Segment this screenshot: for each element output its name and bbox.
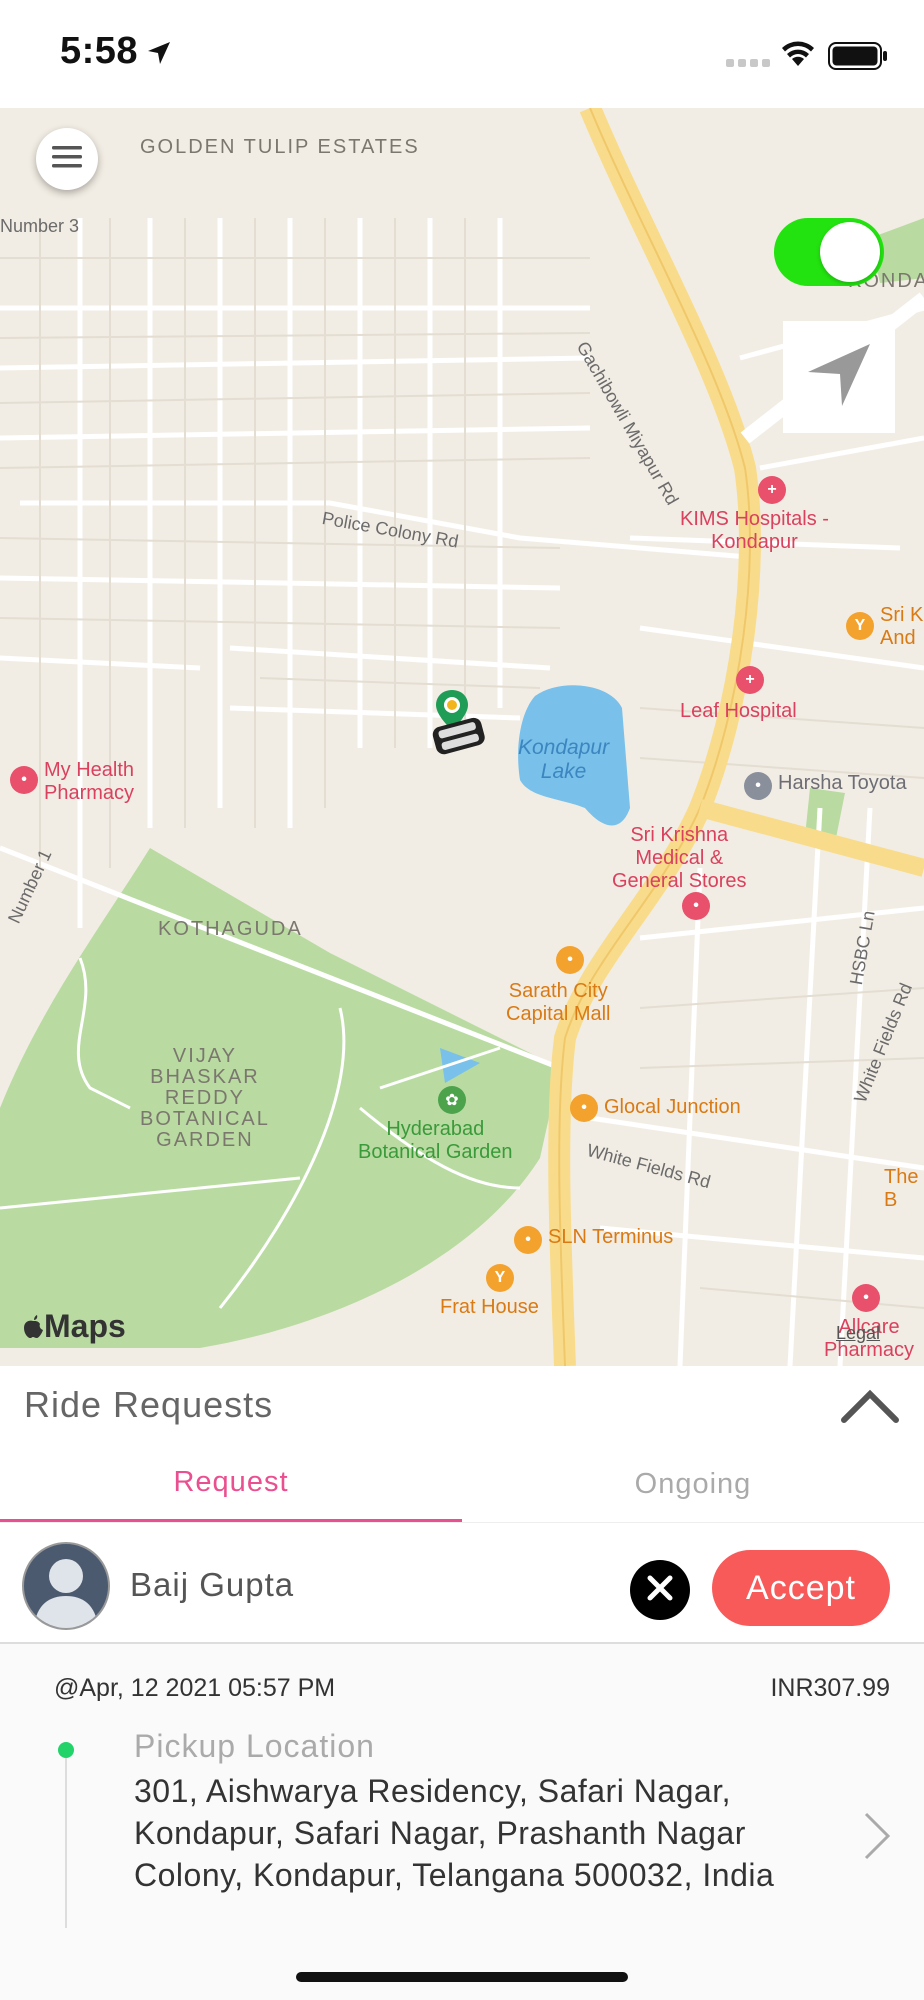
poi-frat-house[interactable]: Frat House (440, 1296, 539, 1319)
pharmacy-icon: • (852, 1284, 880, 1312)
status-bar: 5:58 (0, 0, 924, 108)
home-indicator[interactable] (296, 1972, 628, 1982)
ride-details[interactable]: @Apr, 12 2021 05:57 PM INR307.99 Pickup … (0, 1644, 924, 2000)
sheet-header: Ride Requests (0, 1366, 924, 1446)
map-view[interactable]: GOLDEN TULIP ESTATES KOTHAGUDA VIJAY BHA… (0, 108, 924, 1366)
poi-sri-krishna[interactable]: Sri Krishna Medical & General Stores (612, 824, 747, 893)
apple-maps-logo: Maps (22, 1308, 126, 1345)
navigation-arrow-icon (804, 340, 874, 415)
battery-icon (828, 42, 888, 75)
online-toggle[interactable] (774, 218, 884, 286)
mall-icon: • (514, 1226, 542, 1254)
poi-the-b-partial[interactable]: The B (884, 1166, 918, 1212)
hospital-icon: + (736, 666, 764, 694)
close-icon (645, 1573, 675, 1608)
ride-request-row[interactable]: Baij Gupta Accept (0, 1522, 924, 1644)
pharmacy-icon: • (10, 766, 38, 794)
chevron-right-icon[interactable] (862, 1810, 892, 1867)
request-datetime: @Apr, 12 2021 05:57 PM (54, 1674, 336, 1702)
tab-ongoing[interactable]: Ongoing (462, 1446, 924, 1522)
accept-button[interactable]: Accept (712, 1550, 890, 1626)
mall-icon: • (556, 946, 584, 974)
hospital-icon: + (758, 476, 786, 504)
sheet-title: Ride Requests (24, 1384, 274, 1425)
menu-button[interactable] (36, 128, 98, 190)
fare-amount: INR307.99 (770, 1674, 890, 1702)
pharmacy-icon: • (682, 892, 710, 920)
reject-button[interactable] (630, 1560, 690, 1620)
route-line (65, 1758, 67, 1928)
pickup-dot-icon (58, 1742, 74, 1758)
car-dealer-icon: • (744, 772, 772, 800)
poi-glocal-junction[interactable]: Glocal Junction (604, 1096, 741, 1119)
poi-sln-terminus[interactable]: SLN Terminus (548, 1226, 673, 1249)
location-arrow-icon (146, 40, 172, 71)
wifi-icon (780, 38, 816, 73)
water-label-kondapur-lake: Kondapur Lake (518, 736, 610, 783)
garden-icon: ✿ (438, 1086, 466, 1114)
poi-leaf-hospital[interactable]: Leaf Hospital (680, 700, 797, 723)
poi-sarath-city[interactable]: Sarath City Capital Mall (506, 980, 610, 1026)
signal-icon (726, 56, 770, 74)
ride-requests-sheet: Ride Requests Request Ongoing Baij Gupta… (0, 1366, 924, 2000)
poi-harsha-toyota[interactable]: Harsha Toyota (778, 772, 907, 795)
area-label-kothaguda: KOTHAGUDA (158, 918, 303, 940)
maps-brand-text: Maps (44, 1308, 126, 1344)
chevron-up-icon[interactable] (838, 1386, 902, 1431)
status-time: 5:58 (60, 30, 139, 72)
pickup-label: Pickup Location (134, 1728, 375, 1764)
road-label-number-3: Number 3 (0, 216, 80, 236)
poi-hyderabad-botanical[interactable]: Hyderabad Botanical Garden (358, 1118, 513, 1164)
rider-name: Baij Gupta (130, 1566, 295, 1603)
car-icon (428, 712, 490, 767)
area-label-golden-tulip: GOLDEN TULIP ESTATES (140, 136, 420, 158)
restaurant-icon: Y (846, 612, 874, 640)
hamburger-icon (52, 144, 82, 175)
poi-sri-k-partial[interactable]: Sri K And (880, 604, 923, 650)
pickup-address: 301, Aishwarya Residency, Safari Nagar, … (134, 1773, 775, 1893)
mall-icon: • (570, 1094, 598, 1122)
tab-request[interactable]: Request (0, 1446, 462, 1522)
restaurant-icon: Y (486, 1264, 514, 1292)
area-label-botanical: VIJAY BHASKAR REDDY BOTANICAL GARDEN (140, 1045, 270, 1151)
tab-bar: Request Ongoing (0, 1446, 924, 1523)
recenter-location-button[interactable] (783, 321, 895, 433)
poi-kims[interactable]: KIMS Hospitals - Kondapur (680, 508, 829, 554)
avatar (22, 1542, 110, 1630)
poi-my-health[interactable]: My Health Pharmacy (44, 759, 134, 805)
legal-link[interactable]: Legal (836, 1323, 880, 1344)
toggle-knob (820, 222, 880, 282)
